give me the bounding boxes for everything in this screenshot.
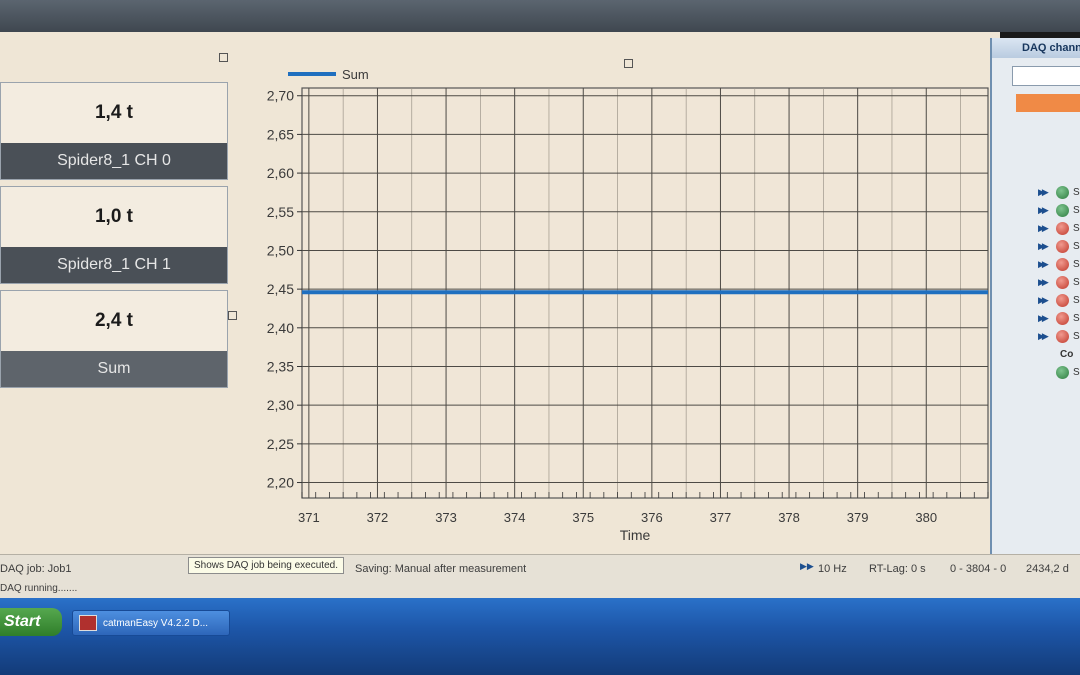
- double-arrow-icon: ▶▶: [1038, 313, 1049, 323]
- red-status-icon: [1056, 294, 1069, 307]
- x-tick-label: 377: [710, 510, 732, 525]
- yt-chart[interactable]: 371 372 373 374 375 376 377 378 379 380 2,20 2,25 2,…: [240, 58, 992, 548]
- value-display-reading: 1,0 t: [94, 206, 134, 227]
- value-display-reading: 1,4 t: [94, 102, 134, 123]
- green-status-icon: [1056, 366, 1069, 379]
- status-daq-job: DAQ job: Job1: [0, 563, 72, 575]
- y-tick-label: 2,45: [267, 281, 294, 297]
- channel-row-label: Sp: [1073, 259, 1080, 270]
- selection-handle-right[interactable]: [228, 311, 237, 320]
- double-arrow-icon: ▶▶: [1038, 223, 1049, 233]
- channel-row[interactable]: ▶▶ Sp: [1016, 328, 1080, 346]
- x-tick-label: 372: [367, 510, 389, 525]
- legend-label: Sum: [342, 67, 369, 82]
- double-arrow-icon: ▶▶: [1038, 295, 1049, 305]
- red-status-icon: [1056, 222, 1069, 235]
- sum-channel-label: Su: [1073, 367, 1080, 378]
- computed-channels-group[interactable]: Co: [1016, 346, 1080, 364]
- red-status-icon: [1056, 312, 1069, 325]
- selection-handle-top[interactable]: [219, 53, 228, 62]
- red-status-icon: [1056, 330, 1069, 343]
- y-tick-label: 2,65: [267, 126, 294, 142]
- red-status-icon: [1056, 258, 1069, 271]
- x-tick-label: 371: [298, 510, 320, 525]
- channel-row[interactable]: ▶▶ Sp: [1016, 220, 1080, 238]
- value-display-channel-name: Spider8_1 CH 0: [1, 143, 227, 179]
- value-display-channel-name: Spider8_1 CH 1: [1, 247, 227, 283]
- daq-channels-title: DAQ channels: [992, 38, 1080, 58]
- sum-channel-row[interactable]: Su: [1016, 364, 1080, 382]
- channel-row[interactable]: ▶▶ Sp: [1016, 310, 1080, 328]
- channel-search-input[interactable]: [1012, 66, 1080, 86]
- status-running: DAQ running.......: [0, 583, 78, 594]
- channel-row-label: Sp: [1073, 313, 1080, 324]
- status-sample-rate: 10 Hz: [818, 563, 847, 575]
- double-arrow-icon: ▶▶: [1038, 205, 1049, 215]
- x-tick-label: 378: [778, 510, 800, 525]
- green-status-icon: [1056, 204, 1069, 217]
- channel-row-label: Sp: [1073, 187, 1080, 198]
- taskbar: Start catmanEasy V4.2.2 D...: [0, 598, 1080, 675]
- tooltip: Shows DAQ job being executed.: [188, 557, 344, 574]
- catman-app-icon: [79, 615, 97, 631]
- x-tick-label: 380: [915, 510, 937, 525]
- channel-row-label: Sp: [1073, 331, 1080, 342]
- red-status-icon: [1056, 240, 1069, 253]
- value-display-channel-name: Sum: [1, 351, 227, 387]
- y-tick-label: 2,30: [267, 397, 294, 413]
- x-tick-label: 375: [572, 510, 594, 525]
- channel-row[interactable]: ▶▶ Sp: [1016, 238, 1080, 256]
- x-tick-label: 379: [847, 510, 869, 525]
- status-bar-secondary: DAQ running.......: [0, 580, 1080, 598]
- status-bar: DAQ job: Job1 Saving: Manual after measu…: [0, 554, 1080, 581]
- value-display-sum[interactable]: 2,4 t Sum: [0, 290, 228, 388]
- status-clock: 2434,2 d: [1026, 563, 1069, 575]
- status-saving: Saving: Manual after measurement: [355, 563, 527, 575]
- status-range: 0 - 3804 - 0: [950, 563, 1007, 575]
- value-display-ch0[interactable]: 1,4 t Spider8_1 CH 0: [0, 82, 228, 180]
- taskbar-item-catman[interactable]: catmanEasy V4.2.2 D...: [72, 610, 230, 636]
- y-tick-label: 2,40: [267, 320, 294, 336]
- y-tick-label: 2,20: [267, 475, 294, 491]
- y-tick-label: 2,55: [267, 204, 294, 220]
- channel-row[interactable]: ▶▶ Sp: [1016, 292, 1080, 310]
- daq-channels-panel: DAQ channels 🔍 ▶▶Sp▶▶Sp▶▶Sp▶▶Sp▶▶Sp▶▶Sp▶…: [990, 38, 1080, 554]
- channel-row-label: Sp: [1073, 295, 1080, 306]
- channel-row[interactable]: ▶▶ Sp: [1016, 202, 1080, 220]
- double-arrow-icon: ▶▶: [1038, 241, 1049, 251]
- channel-row-label: Sp: [1073, 277, 1080, 288]
- y-tick-label: 2,35: [267, 358, 294, 374]
- value-display-ch1[interactable]: 1,0 t Spider8_1 CH 1: [0, 186, 228, 284]
- double-arrow-icon: ▶▶: [1038, 259, 1049, 269]
- channel-row-label: Sp: [1073, 205, 1080, 216]
- double-arrow-icon: ▶▶: [1038, 331, 1049, 341]
- green-status-icon: [1056, 186, 1069, 199]
- red-status-icon: [1056, 276, 1069, 289]
- window-top-bar: [0, 0, 1080, 32]
- start-button[interactable]: Start: [0, 608, 62, 636]
- x-tick-label: 373: [435, 510, 457, 525]
- y-tick-label: 2,50: [267, 242, 294, 258]
- x-axis-title: Time: [620, 527, 651, 543]
- channel-row[interactable]: ▶▶ Sp: [1016, 274, 1080, 292]
- channel-row[interactable]: ▶▶ Sp: [1016, 184, 1080, 202]
- y-tick-label: 2,25: [267, 436, 294, 452]
- channel-table-header: [1016, 94, 1080, 112]
- x-tick-label: 376: [641, 510, 663, 525]
- x-tick-label: 374: [504, 510, 526, 525]
- status-rt-lag: RT-Lag: 0 s: [869, 563, 926, 575]
- double-arrow-icon: ▶▶: [1038, 187, 1049, 197]
- taskbar-item-label: catmanEasy V4.2.2 D...: [103, 617, 209, 629]
- y-tick-label: 2,60: [267, 165, 294, 181]
- value-display-reading: 2,4 t: [94, 310, 134, 331]
- double-arrow-icon: ▶▶: [800, 561, 814, 571]
- channel-row-label: Sp: [1073, 223, 1080, 234]
- channel-row[interactable]: ▶▶ Sp: [1016, 256, 1080, 274]
- channel-row-label: Sp: [1073, 241, 1080, 252]
- computed-channels-label: Co: [1060, 349, 1074, 360]
- y-tick-label: 2,70: [267, 88, 294, 104]
- double-arrow-icon: ▶▶: [1038, 277, 1049, 287]
